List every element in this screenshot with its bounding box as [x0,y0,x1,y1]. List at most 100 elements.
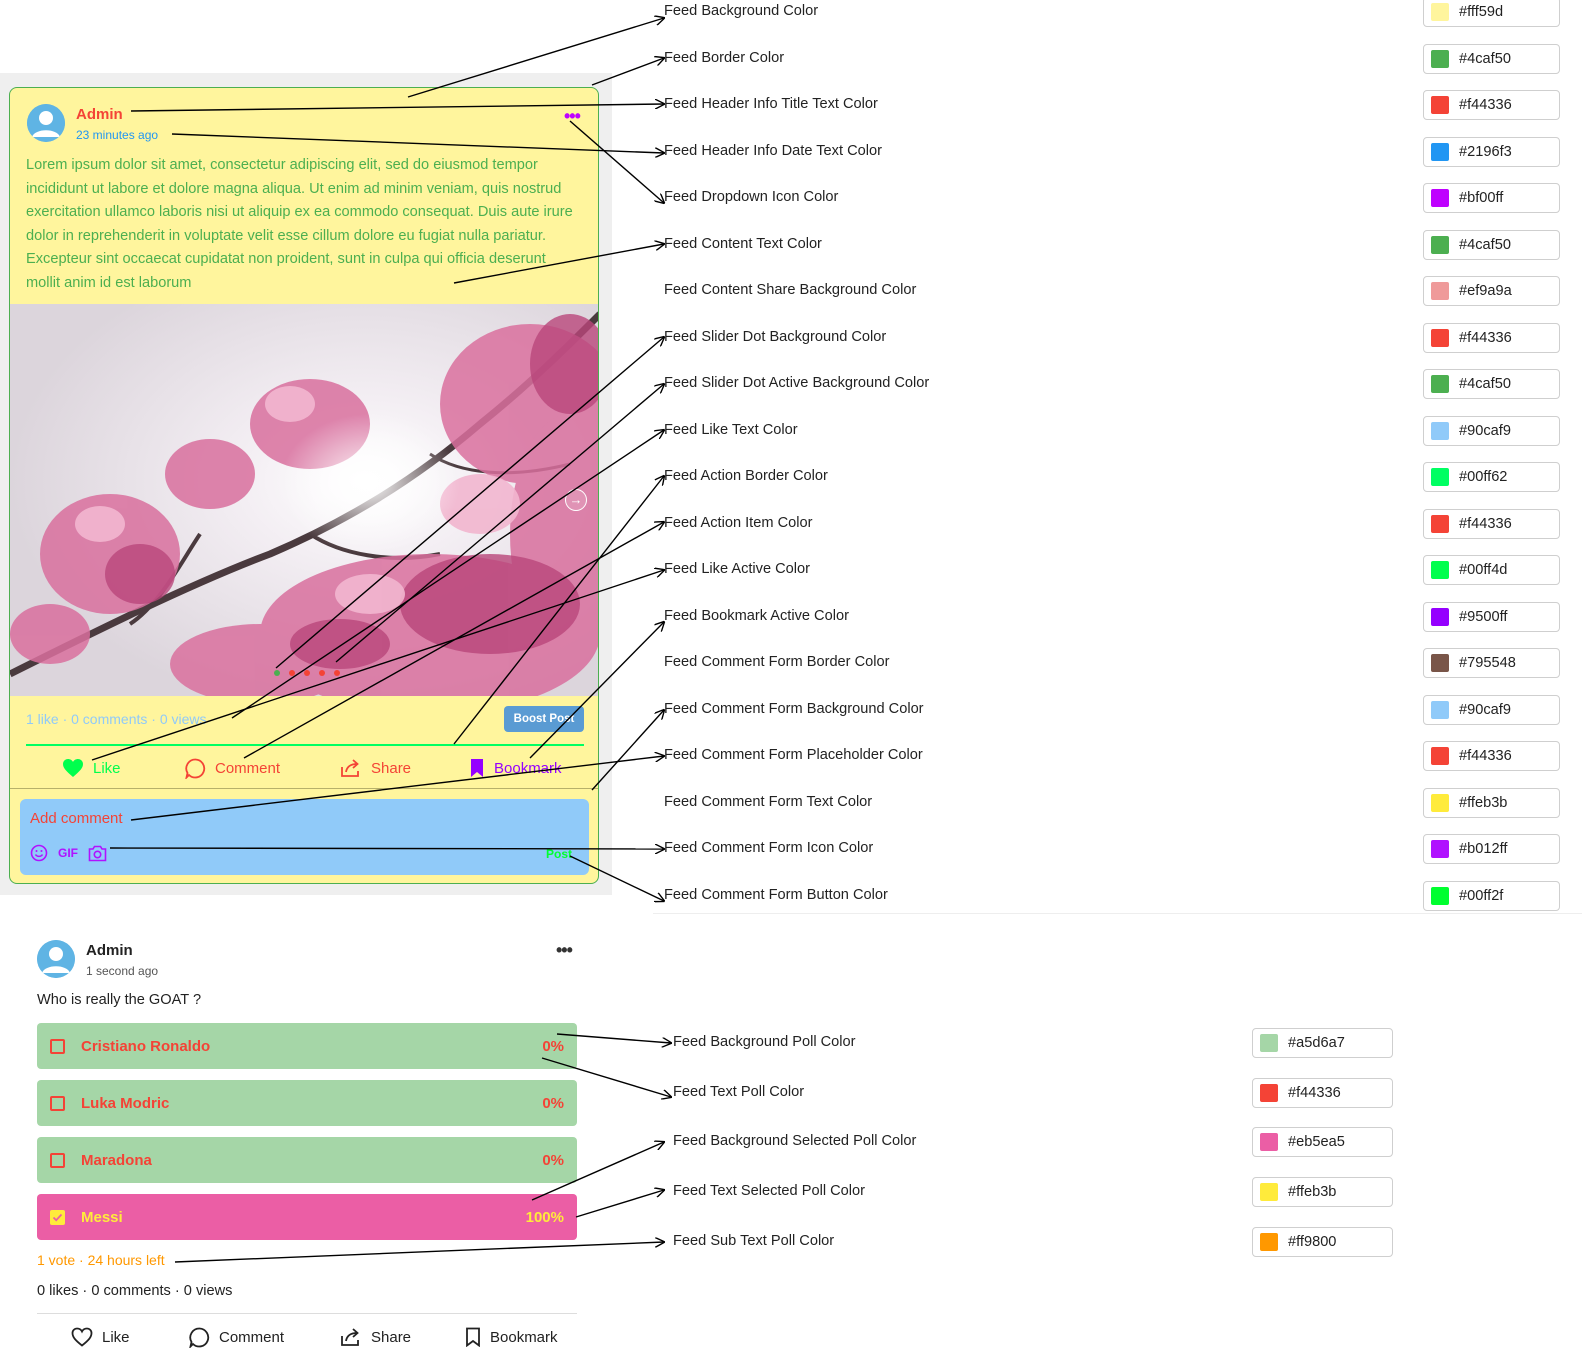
color-swatch[interactable] [1431,701,1449,719]
slider-dot[interactable] [304,670,310,676]
color-picker-input[interactable]: #ffeb3b [1252,1177,1393,1207]
color-swatch[interactable] [1431,329,1449,347]
color-picker-input[interactable]: #f44336 [1423,323,1560,353]
gif-icon[interactable]: GIF [58,846,78,860]
slider-dot[interactable] [319,670,325,676]
setting-label: Feed Action Item Color [664,515,813,531]
color-picker-input[interactable]: #eb5ea5 [1252,1127,1393,1157]
color-swatch[interactable] [1431,747,1449,765]
color-swatch[interactable] [1431,794,1449,812]
color-picker-input[interactable]: #a5d6a7 [1252,1028,1393,1058]
color-swatch[interactable] [1431,143,1449,161]
color-swatch[interactable] [1431,236,1449,254]
color-swatch[interactable] [1431,375,1449,393]
poll-option[interactable]: Luka Modric 0% [37,1080,577,1126]
feed-image-slider[interactable] [10,304,598,696]
boost-post-button[interactable]: Boost Post [504,706,584,732]
color-picker-input[interactable]: #f44336 [1423,90,1560,120]
color-swatch[interactable] [1431,3,1449,21]
color-swatch[interactable] [1431,840,1449,858]
color-hex-value: #f44336 [1459,97,1512,113]
color-picker-input[interactable]: #00ff2f [1423,881,1560,911]
share-button[interactable]: Share [340,1325,411,1349]
color-picker-input[interactable]: #90caf9 [1423,416,1560,446]
color-picker-input[interactable]: #4caf50 [1423,44,1560,74]
poll-author-name[interactable]: Admin [86,942,133,959]
like-label: Like [102,1328,130,1346]
color-hex-value: #f44336 [1288,1085,1341,1101]
color-hex-value: #90caf9 [1459,702,1511,718]
checkbox-icon[interactable] [50,1152,65,1168]
slider-dot[interactable] [334,670,340,676]
comment-form[interactable]: Add comment GIF Post [20,799,589,875]
feed-card: Admin 23 minutes ago ••• Lorem ipsum dol… [9,87,599,884]
poll-stats[interactable]: 0 likes · 0 comments · 0 views [37,1283,232,1299]
more-icon[interactable]: ••• [556,940,573,961]
color-swatch[interactable] [1431,96,1449,114]
setting-label: Feed Header Info Title Text Color [664,96,878,112]
avatar[interactable] [27,104,65,142]
bookmark-button[interactable]: Bookmark [469,756,562,780]
like-button[interactable]: Like [71,1325,130,1349]
color-swatch[interactable] [1431,887,1449,905]
color-picker-input[interactable]: #f44336 [1423,509,1560,539]
color-picker-input[interactable]: #fff59d [1423,0,1560,27]
color-swatch[interactable] [1260,1183,1278,1201]
color-picker-input[interactable]: #4caf50 [1423,369,1560,399]
post-comment-button[interactable]: Post [546,847,572,861]
color-hex-value: #ff9800 [1288,1234,1337,1250]
color-picker-input[interactable]: #9500ff [1423,602,1560,632]
setting-label: Feed Comment Form Button Color [664,887,888,903]
color-swatch[interactable] [1260,1133,1278,1151]
color-swatch[interactable] [1431,561,1449,579]
checkbox-icon[interactable] [50,1038,65,1054]
slider-dot-active[interactable] [274,670,280,676]
color-picker-input[interactable]: #00ff62 [1423,462,1560,492]
slider-next-arrow-icon[interactable]: → [565,489,587,511]
like-button[interactable]: Like [62,756,121,780]
slider-dot[interactable] [289,670,295,676]
action-divider [37,1313,577,1314]
color-picker-input[interactable]: #ff9800 [1252,1227,1393,1257]
color-swatch[interactable] [1431,608,1449,626]
color-swatch[interactable] [1260,1034,1278,1052]
color-picker-input[interactable]: #795548 [1423,648,1560,678]
color-swatch[interactable] [1431,50,1449,68]
color-picker-input[interactable]: #f44336 [1252,1078,1393,1108]
comment-button[interactable]: Comment [185,756,280,780]
color-picker-input[interactable]: #4caf50 [1423,230,1560,260]
color-picker-input[interactable]: #ffeb3b [1423,788,1560,818]
feed-author-name[interactable]: Admin [76,106,123,123]
color-swatch[interactable] [1260,1233,1278,1251]
color-picker-input[interactable]: #90caf9 [1423,695,1560,725]
avatar[interactable] [37,940,75,978]
color-swatch[interactable] [1431,515,1449,533]
more-icon[interactable]: ••• [564,106,581,127]
color-picker-input[interactable]: #b012ff [1423,834,1560,864]
color-swatch[interactable] [1431,654,1449,672]
color-swatch[interactable] [1431,468,1449,486]
share-button[interactable]: Share [340,756,411,780]
poll-option[interactable]: Cristiano Ronaldo 0% [37,1023,577,1069]
comment-button[interactable]: Comment [189,1325,284,1349]
color-picker-input[interactable]: #00ff4d [1423,555,1560,585]
poll-option[interactable]: Messi 100% [37,1194,577,1240]
checkbox-icon[interactable] [50,1095,65,1111]
color-swatch[interactable] [1431,282,1449,300]
share-label: Share [371,759,412,777]
comment-input[interactable]: Add comment [30,810,123,827]
color-swatch[interactable] [1260,1084,1278,1102]
color-swatch[interactable] [1431,422,1449,440]
color-swatch[interactable] [1431,189,1449,207]
share-icon [341,1328,359,1346]
checkbox-checked-icon[interactable] [50,1209,65,1225]
poll-option[interactable]: Maradona 0% [37,1137,577,1183]
bookmark-button[interactable]: Bookmark [465,1325,558,1349]
feed-stats[interactable]: 1 like · 0 comments · 0 views [26,711,207,727]
camera-icon[interactable] [88,845,107,862]
color-picker-input[interactable]: #bf00ff [1423,183,1560,213]
emoji-icon[interactable] [30,844,48,862]
color-picker-input[interactable]: #2196f3 [1423,137,1560,167]
color-picker-input[interactable]: #ef9a9a [1423,276,1560,306]
color-picker-input[interactable]: #f44336 [1423,741,1560,771]
